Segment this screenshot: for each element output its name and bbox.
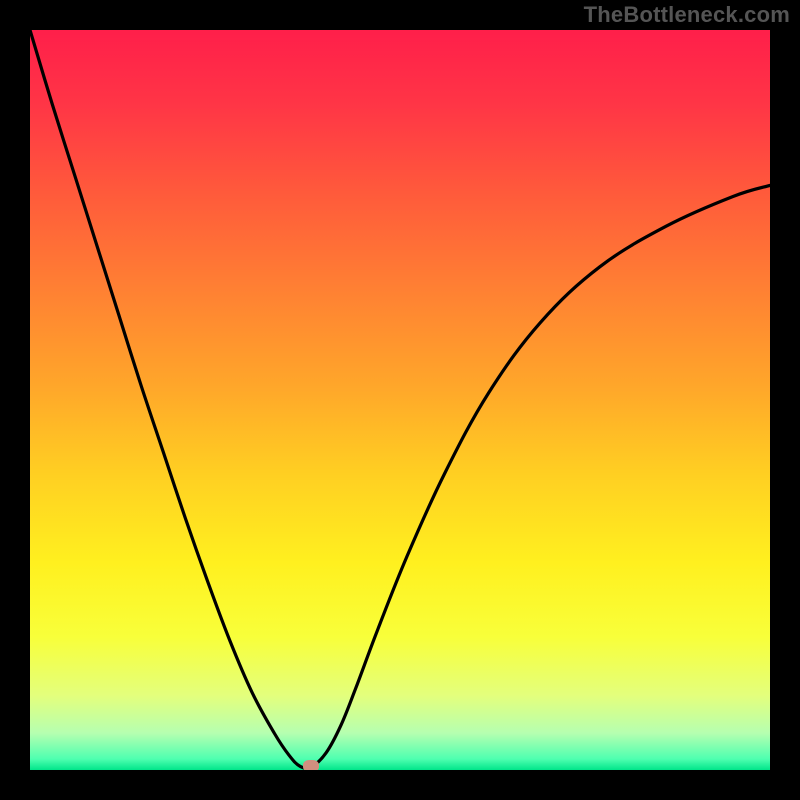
gradient-background <box>30 30 770 770</box>
minimum-marker <box>303 760 319 770</box>
watermark-text: TheBottleneck.com <box>584 2 790 28</box>
chart-frame: TheBottleneck.com <box>0 0 800 800</box>
chart-svg <box>30 30 770 770</box>
plot-area <box>30 30 770 770</box>
